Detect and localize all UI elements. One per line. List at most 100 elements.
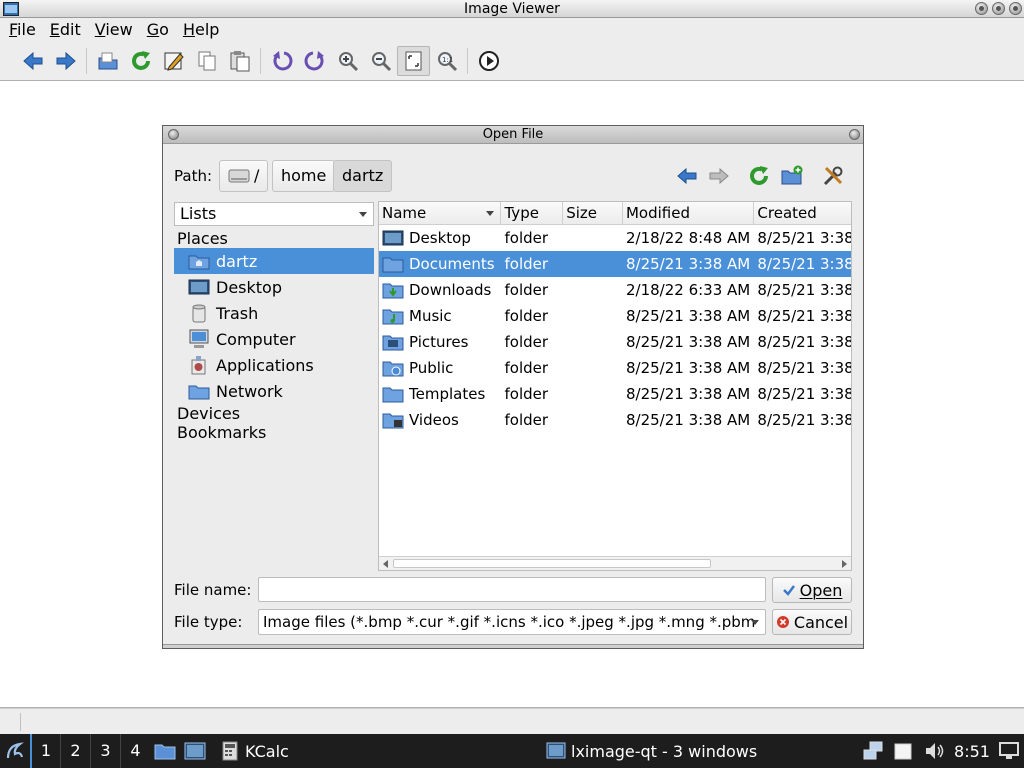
column-header-size[interactable]: Size [563, 202, 623, 224]
close-button[interactable] [1009, 2, 1022, 15]
edit-button[interactable] [157, 46, 190, 76]
rotate-cw-button[interactable] [298, 46, 331, 76]
desktop-switch-3[interactable]: 3 [90, 734, 120, 768]
quicklaunch-image-viewer[interactable] [180, 734, 210, 768]
tray-clipboard[interactable] [890, 734, 916, 768]
places-item-applications[interactable]: Applications [174, 352, 374, 378]
start-menu-button[interactable] [0, 734, 30, 768]
slideshow-button[interactable] [472, 46, 505, 76]
column-header-name[interactable]: Name [379, 202, 502, 224]
dialog-menu-button[interactable] [168, 129, 179, 140]
fit-window-button[interactable] [397, 46, 430, 76]
minimize-button[interactable] [975, 2, 988, 15]
paste-button[interactable] [223, 46, 256, 76]
view-mode-combo[interactable]: Lists [174, 202, 374, 226]
checkmark-icon [782, 585, 795, 596]
open-button-label: Open [799, 580, 843, 600]
file-name-cell: Music [379, 306, 501, 326]
open-file-dialog: Open File Path: / home dartz Lists Place… [162, 125, 864, 649]
file-type-combo[interactable]: Image files (*.bmp *.cur *.gif *.icns *.… [258, 609, 766, 635]
file-name-input[interactable] [258, 577, 766, 602]
chevron-down-icon [359, 212, 367, 217]
column-header-type[interactable]: Type [501, 202, 564, 224]
file-row-pictures[interactable]: Pictures folder 8/25/21 3:38 AM 8/25/21 3:3… [379, 329, 851, 355]
menu-go[interactable]: Go [140, 18, 176, 42]
copy-button[interactable] [190, 46, 223, 76]
places-item-trash[interactable]: Trash [174, 300, 374, 326]
original-size-icon: 1:1 [437, 52, 457, 72]
file-list[interactable]: Name Type Size Modified Created Desktop f… [378, 201, 852, 571]
zoom-out-button[interactable] [364, 46, 397, 76]
desktop-switch-1[interactable]: 1 [30, 734, 60, 768]
places-item-desktop[interactable]: Desktop [174, 274, 374, 300]
menu-help[interactable]: Help [176, 18, 226, 42]
file-modified-cell: 8/25/21 3:38 AM [625, 359, 751, 377]
desktop-switch-2[interactable]: 2 [60, 734, 90, 768]
desktop-switch-4[interactable]: 4 [120, 734, 150, 768]
zoom-in-button[interactable] [331, 46, 364, 76]
file-created-cell: 8/25/21 3:38 [757, 411, 852, 429]
scroll-left-icon[interactable] [383, 560, 388, 568]
dialog-reload-button[interactable] [745, 162, 773, 190]
menu-file[interactable]: File [2, 18, 43, 42]
original-size-button[interactable]: 1:1 [430, 46, 463, 76]
menu-view[interactable]: View [88, 18, 140, 42]
tray-network[interactable] [860, 734, 886, 768]
file-row-music[interactable]: Music folder 8/25/21 3:38 AM 8/25/21 3:38 [379, 303, 851, 329]
taskbar: 1 2 3 4 KCalc lximage-qt - 3 windows 8:5… [0, 734, 1024, 768]
file-row-desktop[interactable]: Desktop folder 2/18/22 8:48 AM 8/25/21 3:38 [379, 225, 851, 251]
tray-show-desktop[interactable] [996, 734, 1022, 768]
window-titlebar[interactable]: Image Viewer [0, 0, 1024, 18]
file-row-templates[interactable]: Templates folder 8/25/21 3:38 AM 8/25/21 3:… [379, 381, 851, 407]
file-row-downloads[interactable]: Downloads folder 2/18/22 6:33 AM 8/25/21 3:… [379, 277, 851, 303]
file-modified-cell: 8/25/21 3:38 AM [625, 411, 751, 429]
clock[interactable]: 8:51 [952, 734, 992, 768]
path-home-button[interactable]: home [272, 160, 336, 192]
column-header-modified[interactable]: Modified [623, 202, 755, 224]
cancel-button[interactable]: Cancel [772, 609, 852, 635]
task-lximage[interactable]: lximage-qt - 3 windows [540, 734, 763, 768]
back-button[interactable] [16, 46, 49, 76]
places-item-computer[interactable]: Computer [174, 326, 374, 352]
forward-button[interactable] [49, 46, 82, 76]
column-header-label: Created [757, 204, 817, 222]
file-row-public[interactable]: Public folder 8/25/21 3:38 AM 8/25/21 3:38 [379, 355, 851, 381]
menu-edit[interactable]: Edit [43, 18, 88, 42]
home-folder-icon [188, 255, 210, 270]
places-item-network[interactable]: Network [174, 378, 374, 404]
path-root-button[interactable]: / [219, 160, 269, 192]
open-file-button[interactable] [91, 46, 124, 76]
cancel-button-label: Cancel [793, 612, 849, 632]
devices-section-header[interactable]: Devices [174, 404, 374, 423]
file-manager-icon [154, 744, 176, 760]
maximize-button[interactable] [992, 2, 1005, 15]
places-item-dartz[interactable]: dartz [174, 248, 374, 274]
places-section-header[interactable]: Places [174, 229, 374, 248]
dialog-close-button[interactable] [849, 129, 860, 140]
dialog-back-button[interactable] [673, 162, 701, 190]
dialog-options-button[interactable] [819, 162, 847, 190]
dialog-titlebar[interactable]: Open File [163, 126, 863, 144]
horizontal-scrollbar[interactable] [379, 556, 851, 570]
reload-button[interactable] [124, 46, 157, 76]
rotate-ccw-button[interactable] [265, 46, 298, 76]
column-header-created[interactable]: Created [754, 202, 851, 224]
scroll-right-icon[interactable] [842, 560, 847, 568]
fit-window-icon [405, 51, 421, 71]
image-viewer-icon [184, 742, 206, 760]
file-row-videos[interactable]: Videos folder 8/25/21 3:38 AM 8/25/21 3:38 [379, 407, 851, 433]
new-folder-button[interactable] [778, 162, 806, 190]
dialog-forward-button[interactable] [705, 162, 733, 190]
task-kcalc[interactable]: KCalc [214, 734, 295, 768]
quicklaunch-file-manager[interactable] [150, 734, 180, 768]
file-row-documents[interactable]: Documents folder 8/25/21 3:38 AM 8/25/21 3:… [379, 251, 851, 277]
path-root-label: / [254, 166, 260, 185]
zoom-out-icon [371, 52, 391, 72]
path-dartz-button[interactable]: dartz [333, 160, 393, 192]
open-button[interactable]: Open [772, 577, 852, 603]
tray-volume[interactable] [920, 734, 948, 768]
chevron-down-icon [751, 620, 759, 625]
bookmarks-section-header[interactable]: Bookmarks [174, 423, 374, 442]
computer-icon [189, 329, 209, 348]
scrollbar-thumb[interactable] [393, 559, 711, 568]
